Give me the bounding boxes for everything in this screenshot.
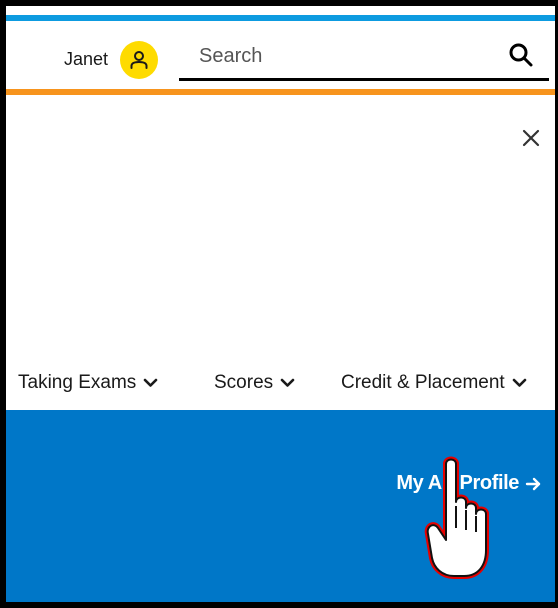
chevron-down-icon: [512, 378, 527, 388]
search-input[interactable]: [199, 41, 479, 71]
app-window: Janet Taking Exams: [0, 0, 558, 608]
close-icon: [522, 129, 540, 147]
nav-item-taking-exams[interactable]: Taking Exams: [18, 372, 158, 394]
search-button[interactable]: [505, 39, 537, 71]
arrow-right-icon: [525, 476, 541, 492]
hand-pointer-icon: [424, 456, 489, 579]
chevron-down-icon: [280, 378, 295, 388]
nav-item-scores[interactable]: Scores: [214, 372, 295, 394]
nav-item-credit-placement[interactable]: Credit & Placement: [341, 372, 527, 394]
user-icon: [130, 51, 148, 69]
chevron-down-icon: [143, 378, 158, 388]
accent-strip: [6, 89, 555, 95]
search-bar: [179, 33, 549, 81]
nav-item-label: Scores: [214, 372, 274, 393]
nav-item-label: Taking Exams: [18, 372, 137, 393]
close-button[interactable]: [517, 124, 545, 152]
header: Janet: [6, 21, 555, 93]
search-icon: [509, 43, 533, 67]
avatar[interactable]: [120, 41, 158, 79]
nav-item-label: Credit & Placement: [341, 372, 505, 393]
main-nav: Taking Exams Scores Credit & Placement: [6, 364, 555, 404]
user-name[interactable]: Janet: [64, 49, 108, 70]
